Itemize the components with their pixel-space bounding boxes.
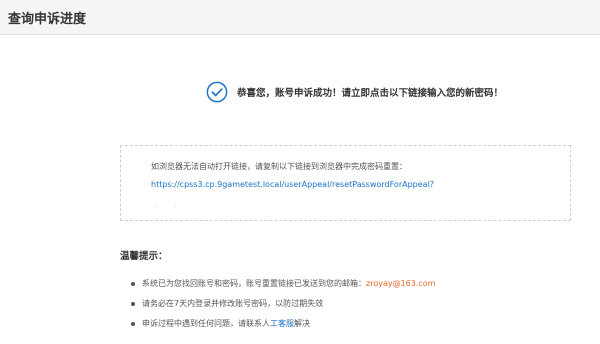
tip-text: 请务必在7天内登录并修改账号密码，以防过期失效 <box>142 299 324 308</box>
tip-item: 申诉过程中遇到任何问题，请联系人工客服解决 <box>120 316 435 336</box>
tips-title: 温馨提示： <box>120 251 168 262</box>
tip-text: 申诉过程中遇到任何问题，请联系人 <box>142 319 270 328</box>
email-address: zroyay@163.com <box>366 279 436 288</box>
reset-link-box: 如浏览器无法自动打开链接，请复制以下链接到浏览器中完成密码重置： https:/… <box>120 145 571 221</box>
success-message: 恭喜您，账号申诉成功！请立即点击以下链接输入您的新密码！ <box>237 88 504 99</box>
customer-service-link[interactable]: 工客服 <box>270 319 294 328</box>
page-title: 查询申诉进度 <box>8 12 87 27</box>
check-circle-icon <box>206 81 228 103</box>
loading-dots: . . <box>155 202 185 209</box>
tip-text: 解决 <box>294 319 310 328</box>
tip-item: 系统已为您找回账号和密码，账号重置链接已发送到您的邮箱：zroyay@163.c… <box>120 276 435 296</box>
reset-password-link[interactable]: https://cpss3.cp.9gametest.local/userApp… <box>151 180 434 189</box>
page-header: 查询申诉进度 <box>0 0 600 35</box>
link-instruction: 如浏览器无法自动打开链接，请复制以下链接到浏览器中完成密码重置： <box>151 162 407 171</box>
tips-list: 系统已为您找回账号和密码，账号重置链接已发送到您的邮箱：zroyay@163.c… <box>120 276 435 336</box>
success-message-row: 恭喜您，账号申诉成功！请立即点击以下链接输入您的新密码！ <box>206 80 503 104</box>
tip-text: 系统已为您找回账号和密码，账号重置链接已发送到您的邮箱： <box>142 279 366 288</box>
tip-item: 请务必在7天内登录并修改账号密码，以防过期失效 <box>120 296 435 316</box>
